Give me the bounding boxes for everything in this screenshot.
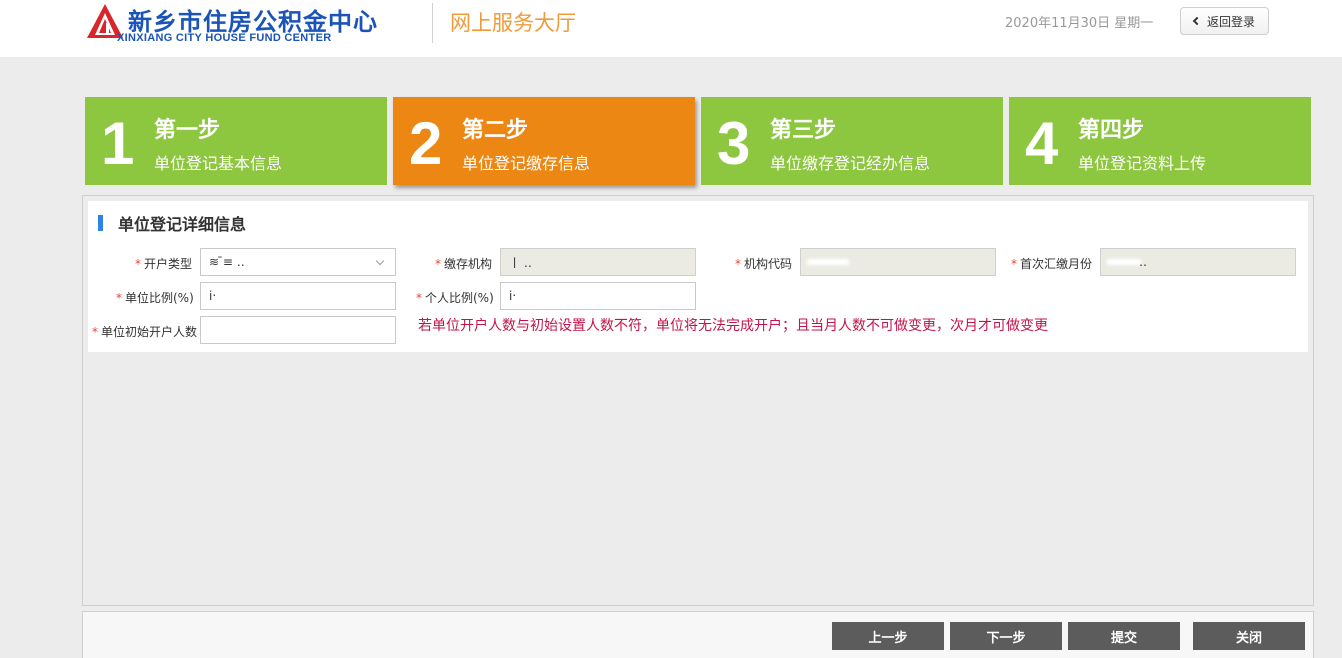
required-mark: * [116,291,122,305]
step-2[interactable]: 2 第二步 单位登记缴存信息 [393,97,695,185]
required-mark: * [735,257,741,271]
back-to-login-button[interactable]: 返回登录 [1180,7,1269,35]
personal-ratio-label: * 个人比例(%) [416,291,494,305]
next-step-button[interactable]: 下一步 [950,622,1062,650]
open-type-value: ≋ ̄≡ ‥ [209,255,245,269]
masked-value [1109,261,1139,263]
personal-ratio-input[interactable]: i‧ [500,282,696,310]
step-subtitle: 单位登记资料上传 [1078,154,1207,173]
step-3[interactable]: 3 第三步 单位缴存登记经办信息 [701,97,1003,185]
step-subtitle: 单位缴存登记经办信息 [770,154,931,173]
section-title-text: 单位登记详细信息 [118,215,247,234]
step-4[interactable]: 4 第四步 单位登记资料上传 [1009,97,1311,185]
deposit-org-label: * 缴存机构 [435,257,493,271]
back-to-login-label: 返回登录 [1206,14,1255,29]
step-progress: 1 第一步 单位登记基本信息 2 第二步 单位登记缴存信息 3 第三步 单位缴存… [85,97,1311,185]
deposit-org-field[interactable]: ㅣ ‥ [500,248,696,276]
first-month-field[interactable]: ‥ [1100,248,1296,276]
deposit-org-value: ㅣ ‥ [509,255,532,270]
detail-form: 单位登记详细信息 * 开户类型 ≋ ̄≡ ‥ * 缴存机构 ㅣ ‥ * 机构代码 * 首… [88,201,1308,352]
header-divider [432,3,433,43]
step-title: 第二步 [462,118,529,143]
initial-count-label: * 单位初始开户人数 [92,325,198,339]
step-title: 第四步 [1078,118,1145,143]
org-code-label: * 机构代码 [735,257,793,271]
chevron-down-icon [375,256,385,266]
logo-english-name: XINXIANG CITY HOUSE FUND CENTER [117,32,332,44]
unit-ratio-value: i‧ [209,289,217,303]
step-number: 3 [717,110,751,177]
step-number: 1 [101,110,135,177]
personal-ratio-value: i‧ [509,289,517,303]
step-1[interactable]: 1 第一步 单位登记基本信息 [85,97,387,185]
step-subtitle: 单位登记缴存信息 [462,154,591,173]
footer-bar: 上一步 下一步 提交 关闭 [82,611,1314,658]
current-date: 2020年11月30日 星期一 [1005,16,1154,31]
step-number: 2 [409,110,443,177]
open-type-label: * 开户类型 [135,257,193,271]
required-mark: * [135,257,141,271]
first-month-label: * 首次汇缴月份 [1011,257,1093,271]
header: 新乡市住房公积金中心 XINXIANG CITY HOUSE FUND CENT… [0,0,1342,57]
org-code-field[interactable] [800,248,996,276]
previous-step-button[interactable]: 上一步 [832,622,944,650]
warning-message: 若单位开户人数与初始设置人数不符，单位将无法完成开户；且当月人数不可做变更，次月… [418,318,1048,334]
submit-button[interactable]: 提交 [1068,622,1180,650]
required-mark: * [92,325,98,339]
section-title: 单位登记详细信息 [98,211,246,235]
step-subtitle: 单位登记基本信息 [154,154,283,173]
masked-value [809,261,847,263]
required-mark: * [1011,257,1017,271]
unit-ratio-input[interactable]: i‧ [200,282,396,310]
required-mark: * [435,257,441,271]
logo: 新乡市住房公积金中心 XINXIANG CITY HOUSE FUND CENT… [86,2,377,46]
section-bar [98,215,103,231]
unit-ratio-label: * 单位比例(%) [116,291,194,305]
close-button[interactable]: 关闭 [1193,622,1305,650]
open-type-select[interactable]: ≋ ̄≡ ‥ [200,248,396,276]
required-mark: * [416,291,422,305]
step-number: 4 [1025,110,1059,177]
first-month-value: ‥ [1139,255,1148,269]
hall-title: 网上服务大厅 [450,11,576,35]
chevron-left-icon [1192,16,1202,26]
initial-count-input[interactable] [200,316,396,344]
step-title: 第三步 [770,118,837,143]
step-title: 第一步 [154,118,221,143]
